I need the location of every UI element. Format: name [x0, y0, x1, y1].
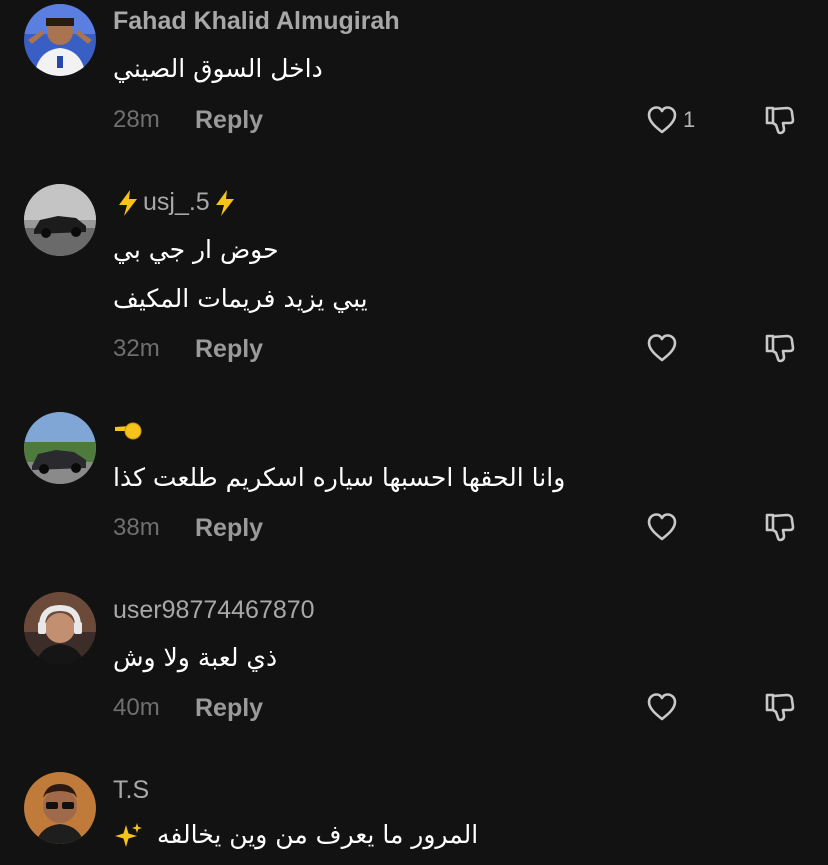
avatar[interactable]: [24, 412, 96, 484]
heart-icon: [647, 334, 677, 362]
dislike-button[interactable]: [762, 689, 798, 725]
username: usj_.5: [143, 188, 210, 216]
heart-icon: [647, 693, 677, 721]
car-avatar-icon: [24, 412, 96, 484]
comment-text: حوض ار جي بي: [113, 235, 279, 264]
lightning-emoji-icon: [113, 188, 143, 218]
username[interactable]: Fahad Khalid Almugirah: [113, 6, 400, 36]
comment-text: داخل السوق الصيني: [113, 54, 323, 83]
thumbs-down-icon: [765, 106, 795, 135]
timestamp: 28m: [113, 106, 160, 133]
person-sunglasses-avatar-icon: [24, 772, 96, 844]
like-button[interactable]: 1: [645, 103, 695, 137]
lightning-emoji-icon: [210, 188, 240, 218]
dislike-button[interactable]: [762, 102, 798, 138]
timestamp: 38m: [113, 514, 160, 541]
avatar[interactable]: [24, 772, 96, 844]
football-player-avatar-icon: [24, 4, 96, 76]
avatar[interactable]: [24, 592, 96, 664]
like-button[interactable]: [645, 690, 679, 724]
thumbs-down-icon: [765, 513, 795, 542]
reply-button[interactable]: Reply: [195, 335, 263, 364]
avatar[interactable]: [24, 4, 96, 76]
dislike-button[interactable]: [762, 509, 798, 545]
sports-car-avatar-icon: [24, 184, 96, 256]
comment-meta: 28m Reply: [113, 105, 263, 135]
like-count: 1: [683, 107, 696, 132]
username-row[interactable]: usj_.5: [113, 187, 240, 218]
reply-button[interactable]: Reply: [195, 514, 263, 543]
username[interactable]: user98774467870: [113, 595, 315, 625]
pointing-hand-emoji-icon: [113, 415, 143, 445]
comment-meta: 40m Reply: [113, 693, 263, 723]
like-button[interactable]: [645, 331, 679, 365]
comment-meta: 32m Reply: [113, 334, 263, 364]
thumbs-down-icon: [765, 693, 795, 722]
timestamp: 32m: [113, 335, 160, 362]
username[interactable]: T.S: [113, 775, 149, 805]
heart-icon: [647, 106, 677, 134]
comment-text-row: المرور ما يعرف من وين يخالفه: [113, 818, 478, 852]
headset-person-avatar-icon: [24, 592, 96, 664]
comment-meta: 38m Reply: [113, 513, 263, 543]
comment-text: ذي لعبة ولا وش: [113, 643, 278, 672]
comment-text: وانا الحقها احسبها سياره اسكريم طلعت كذا: [113, 463, 566, 492]
avatar[interactable]: [24, 184, 96, 256]
thumbs-down-icon: [765, 334, 795, 363]
comment-text: يبي يزيد فريمات المكيف: [113, 284, 368, 313]
like-button[interactable]: [645, 510, 679, 544]
reply-button[interactable]: Reply: [195, 106, 263, 135]
sparkles-emoji-icon: [113, 821, 143, 851]
timestamp: 40m: [113, 694, 160, 721]
dislike-button[interactable]: [762, 330, 798, 366]
heart-icon: [647, 513, 677, 541]
username-row[interactable]: [113, 414, 143, 445]
comment-text: المرور ما يعرف من وين يخالفه: [156, 820, 479, 849]
reply-button[interactable]: Reply: [195, 694, 263, 723]
